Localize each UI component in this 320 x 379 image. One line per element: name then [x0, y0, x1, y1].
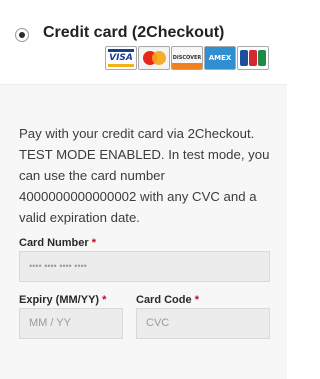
- payment-method-title[interactable]: Credit card (2Checkout): [43, 24, 224, 42]
- required-mark: *: [102, 294, 107, 306]
- visa-logo: VISA: [105, 46, 137, 70]
- checkout-payment-section: Credit card (2Checkout) VISA DISCOVER AM…: [0, 0, 287, 379]
- payment-description: Pay with your credit card via 2Checkout.…: [19, 126, 270, 225]
- card-code-input[interactable]: CVC: [136, 308, 270, 339]
- jcb-logo: [237, 46, 269, 70]
- payment-method-radio[interactable]: [15, 28, 29, 42]
- expiry-label: Expiry (MM/YY) *: [19, 294, 107, 306]
- payment-method-row[interactable]: Credit card (2Checkout) VISA DISCOVER AM…: [0, 0, 287, 84]
- discover-logo: DISCOVER: [171, 46, 203, 70]
- mastercard-logo: [138, 46, 170, 70]
- amex-logo: AMEX: [204, 46, 236, 70]
- card-number-input[interactable]: •••• •••• •••• ••••: [19, 251, 270, 282]
- required-mark: *: [194, 294, 199, 306]
- card-number-label: Card Number *: [19, 237, 97, 249]
- payment-box: Pay with your credit card via 2Checkout.…: [0, 84, 287, 379]
- radio-selected-dot: [19, 32, 25, 38]
- required-mark: *: [91, 237, 97, 249]
- card-code-label: Card Code *: [136, 294, 199, 306]
- card-logos: VISA DISCOVER AMEX: [105, 46, 269, 70]
- expiry-input[interactable]: MM / YY: [19, 308, 123, 339]
